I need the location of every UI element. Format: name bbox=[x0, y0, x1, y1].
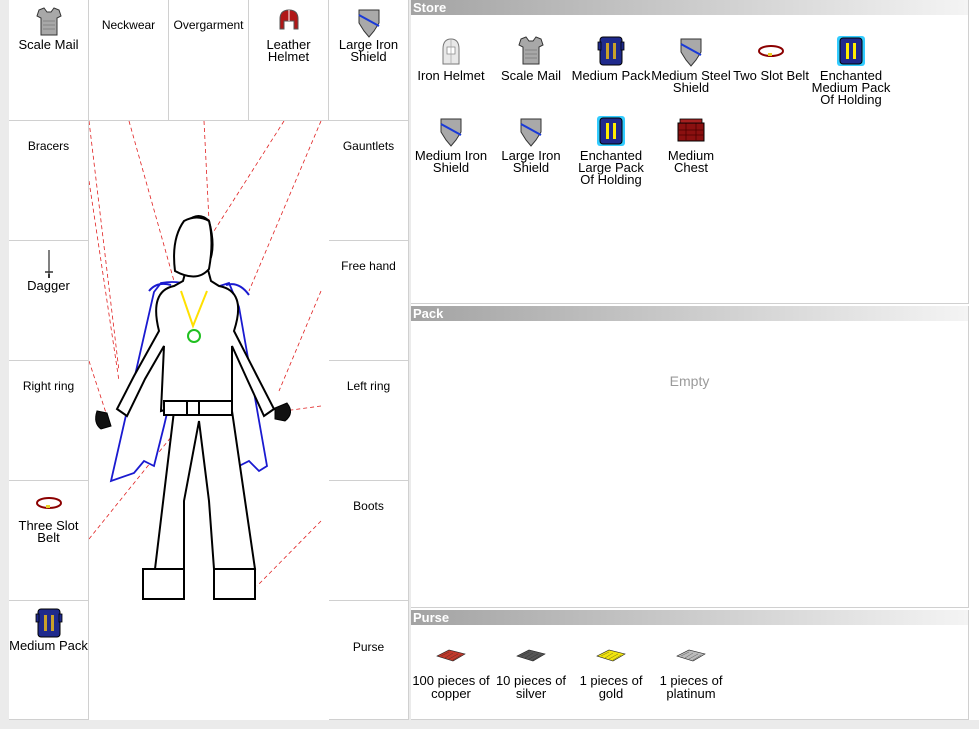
gold-coins-icon bbox=[596, 649, 626, 662]
slot-label: Purse bbox=[352, 640, 385, 654]
slot-left-ring[interactable]: Left ring bbox=[329, 361, 409, 481]
store-item-label: Medium Pack bbox=[571, 68, 651, 83]
large-iron-shield-icon bbox=[357, 9, 380, 38]
purse-coin[interactable]: 1 pieces of platinum bbox=[651, 646, 731, 700]
slot-label: Right ring bbox=[22, 379, 75, 393]
coin-label: 1 pieces of platinum bbox=[659, 673, 723, 701]
slot-label: Bracers bbox=[27, 139, 70, 153]
slot-label: Three Slot Belt bbox=[18, 518, 79, 545]
pack-header: Pack bbox=[411, 306, 968, 321]
store-item[interactable]: Medium Iron Shield bbox=[411, 116, 491, 174]
slot-purse[interactable]: Purse bbox=[329, 601, 409, 720]
medium-pack-icon bbox=[597, 36, 625, 66]
pack-panel: Pack Empty bbox=[411, 306, 969, 608]
belt-icon bbox=[35, 497, 62, 509]
leather-helmet-icon bbox=[279, 9, 298, 30]
slot-free-hand[interactable]: Free hand bbox=[329, 241, 409, 361]
slot-label: Overgarment bbox=[173, 18, 244, 32]
store-item[interactable]: Enchanted Large Pack Of Holding bbox=[571, 116, 651, 186]
silver-coins-icon bbox=[516, 649, 546, 662]
slot-pack[interactable]: Medium Pack bbox=[9, 601, 89, 720]
steel-shield-icon bbox=[680, 38, 702, 67]
slot-overgarment[interactable]: Overgarment bbox=[169, 0, 249, 121]
dagger-icon bbox=[44, 250, 53, 278]
slot-label: Gauntlets bbox=[342, 139, 395, 153]
store-item-label: Scale Mail bbox=[501, 68, 561, 83]
slot-label: Left ring bbox=[346, 379, 391, 393]
chest-icon bbox=[677, 118, 705, 142]
scale-mail-icon bbox=[518, 36, 544, 65]
coin-label: 10 pieces of silver bbox=[495, 673, 567, 701]
store-item-label: Medium Steel Shield bbox=[651, 68, 731, 95]
store-item[interactable]: Large Iron Shield bbox=[491, 116, 571, 174]
left-hand bbox=[274, 402, 291, 422]
head bbox=[173, 216, 213, 278]
belt-buckle bbox=[186, 400, 200, 416]
right-hand bbox=[95, 410, 112, 430]
slot-label: Dagger bbox=[27, 278, 70, 293]
store-item[interactable]: Iron Helmet bbox=[411, 36, 491, 82]
enchanted-pack-icon bbox=[596, 116, 626, 147]
store-item[interactable]: Medium Pack bbox=[571, 36, 651, 82]
store-item-label: Enchanted Large Pack Of Holding bbox=[578, 148, 644, 187]
iron-shield-icon bbox=[440, 118, 462, 147]
slot-label: Medium Pack bbox=[9, 638, 88, 653]
purse-coin[interactable]: 1 pieces of gold bbox=[571, 646, 651, 700]
purse-header: Purse bbox=[411, 610, 968, 625]
platinum-coins-icon bbox=[676, 649, 706, 662]
copper-coins-icon bbox=[436, 649, 466, 662]
slot-label: Boots bbox=[353, 499, 384, 513]
slot-label: Large Iron Shield bbox=[338, 37, 399, 64]
purse-coin[interactable]: 100 pieces of copper bbox=[411, 646, 491, 700]
slot-belt[interactable]: Three Slot Belt bbox=[9, 481, 89, 601]
feet bbox=[142, 568, 256, 600]
store-header: Store bbox=[411, 0, 968, 15]
slot-right-ring[interactable]: Right ring bbox=[9, 361, 89, 481]
iron-shield-icon bbox=[520, 118, 542, 147]
slot-shield[interactable]: Large Iron Shield bbox=[329, 0, 409, 121]
purse-coin[interactable]: 10 pieces of silver bbox=[491, 646, 571, 700]
store-item[interactable]: Scale Mail bbox=[491, 36, 571, 82]
store-item[interactable]: Medium Steel Shield bbox=[651, 36, 731, 94]
store-item-label: Iron Helmet bbox=[417, 68, 485, 83]
slot-weapon[interactable]: Dagger bbox=[9, 241, 89, 361]
slot-label: Leather Helmet bbox=[266, 37, 311, 64]
character-figure bbox=[89, 121, 322, 600]
enchanted-pack-icon bbox=[836, 36, 866, 67]
slot-label: Free hand bbox=[341, 259, 396, 273]
slot-boots[interactable]: Boots bbox=[329, 481, 409, 601]
belt-icon bbox=[758, 45, 784, 57]
store-item-label: Two Slot Belt bbox=[733, 68, 809, 83]
slot-bracers[interactable]: Bracers bbox=[9, 121, 89, 241]
store-item[interactable]: Enchanted Medium Pack Of Holding bbox=[811, 36, 891, 106]
store-item[interactable]: Medium Chest bbox=[651, 116, 731, 174]
store-item-label: Enchanted Medium Pack Of Holding bbox=[811, 68, 891, 107]
slot-head[interactable]: Leather Helmet bbox=[249, 0, 329, 121]
store-item-label: Large Iron Shield bbox=[501, 148, 561, 175]
pack-empty-text: Empty bbox=[669, 373, 710, 389]
scale-mail-icon bbox=[36, 7, 61, 36]
coin-label: 100 pieces of copper bbox=[412, 673, 490, 701]
coin-label: 1 pieces of gold bbox=[579, 673, 643, 701]
slot-gauntlets[interactable]: Gauntlets bbox=[329, 121, 409, 241]
slot-label: Neckwear bbox=[101, 18, 156, 32]
store-panel: Store Iron Helmet Scale Mail Medium Pack… bbox=[411, 0, 969, 304]
slot-label: Scale Mail bbox=[18, 37, 79, 52]
store-item-label: Medium Iron Shield bbox=[414, 148, 488, 175]
medium-pack-icon bbox=[35, 608, 62, 638]
bottom-gutter bbox=[0, 720, 979, 729]
slot-body[interactable]: Scale Mail bbox=[9, 0, 89, 121]
store-item-label: Medium Chest bbox=[667, 148, 715, 175]
left-gutter bbox=[0, 0, 9, 729]
purse-panel: Purse 100 pieces of copper 10 pieces of … bbox=[411, 610, 969, 720]
store-item[interactable]: Two Slot Belt bbox=[731, 36, 811, 82]
slot-neckwear[interactable]: Neckwear bbox=[89, 0, 169, 121]
iron-helmet-icon bbox=[442, 38, 460, 65]
